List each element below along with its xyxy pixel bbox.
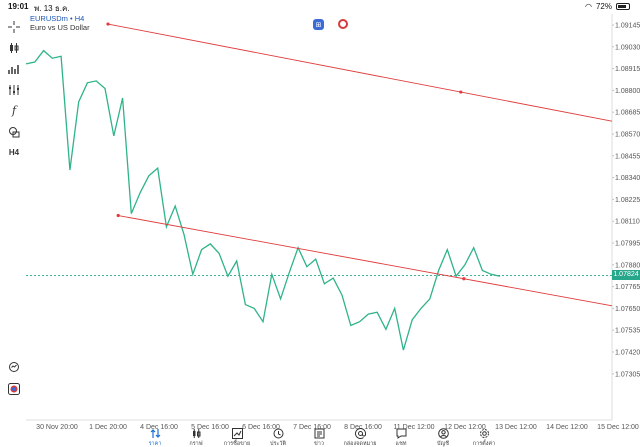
- y-tick-label: 1.07420: [615, 350, 640, 357]
- y-tick-label: 1.07535: [615, 328, 640, 335]
- trendline[interactable]: [107, 23, 613, 122]
- nav-label: แชท: [395, 441, 407, 447]
- trendline-handle[interactable]: [462, 277, 466, 281]
- y-tick-label: 1.08570: [615, 132, 640, 139]
- account-icon: [423, 428, 463, 439]
- current-price-badge: 1.07824: [612, 270, 640, 281]
- candlestick-icon[interactable]: [4, 37, 24, 58]
- y-tick-label: 1.09145: [615, 23, 640, 30]
- nav-label: กล่องจดหมาย: [343, 441, 377, 447]
- y-tick-label: 1.08340: [615, 175, 640, 182]
- y-tick-label: 1.08110: [615, 219, 640, 226]
- trendline-handle[interactable]: [106, 22, 110, 26]
- symbol-description: Euro vs US Dollar: [30, 23, 90, 32]
- symbol-name: EURUSDm • H4: [30, 14, 85, 23]
- trendline[interactable]: [118, 215, 613, 307]
- y-tick-label: 1.08685: [615, 110, 640, 117]
- y-tick-label: 1.09030: [615, 44, 640, 51]
- chart-toggles: ⊞: [313, 19, 348, 30]
- nav-item-account[interactable]: บัญชี: [423, 428, 463, 447]
- price-series-line: [25, 49, 501, 351]
- x-tick-label: 30 Nov 20:00: [36, 424, 78, 431]
- indicator-settings-icon[interactable]: [4, 79, 24, 100]
- symbol-label: EURUSDm • H4 Euro vs US Dollar: [30, 14, 90, 32]
- trendline-handle[interactable]: [116, 213, 120, 218]
- mailbox-icon: [340, 428, 380, 439]
- trendline-handle[interactable]: [459, 90, 463, 94]
- bar-chart-icon[interactable]: [4, 58, 24, 79]
- y-tick-label: 1.08915: [615, 66, 640, 73]
- nav-label: บัญชี: [437, 441, 449, 447]
- y-tick-label: 1.08800: [615, 88, 640, 95]
- left-toolbar: f H4: [4, 16, 24, 395]
- nav-item-quotes[interactable]: ราคา: [135, 428, 175, 447]
- x-tick-label: 14 Dec 12:00: [546, 424, 588, 431]
- nav-label: การซื้อขาย: [223, 441, 251, 447]
- nav-item-news[interactable]: ข่าว: [299, 428, 339, 447]
- nav-item-history[interactable]: ประวัติ: [258, 428, 298, 447]
- timeframe-button[interactable]: H4: [4, 142, 24, 163]
- y-tick-label: 1.08225: [615, 197, 640, 204]
- chart-icon: [176, 428, 216, 439]
- nav-label: ราคา: [148, 441, 162, 447]
- nav-item-settings[interactable]: การตั้งค่า: [464, 428, 504, 447]
- history-icon: [258, 428, 298, 439]
- quotes-icon: [135, 428, 175, 439]
- nav-label: การตั้งค่า: [472, 441, 496, 447]
- crosshair-icon[interactable]: [4, 16, 24, 37]
- nav-item-trade[interactable]: การซื้อขาย: [217, 428, 257, 447]
- nav-label: ประวัติ: [269, 441, 287, 447]
- news-icon: [299, 428, 339, 439]
- function-icon[interactable]: f: [4, 100, 24, 121]
- bottom-navigation: ราคา กราฟ การซื้อขาย ประวัติ ข่าว กล่องจดหมาย…: [0, 428, 640, 447]
- y-tick-label: 1.07650: [615, 306, 640, 313]
- y-tick-label: 1.07305: [615, 371, 640, 378]
- x-tick-label: 1 Dec 20:00: [89, 424, 127, 431]
- settings-icon: [464, 428, 504, 439]
- x-tick-label: 15 Dec 12:00: [597, 424, 639, 431]
- nav-item-chat[interactable]: แชท: [381, 428, 421, 447]
- y-tick-label: 1.07880: [615, 262, 640, 269]
- nav-item-chart[interactable]: กราฟ: [176, 428, 216, 447]
- chat-icon: [381, 428, 421, 439]
- one-click-trading-icon[interactable]: ⊞: [313, 19, 324, 30]
- signal-icon[interactable]: [338, 19, 348, 29]
- nav-label: กราฟ: [189, 441, 203, 447]
- search-chart-icon[interactable]: [4, 356, 24, 377]
- price-chart[interactable]: 1.09145 1.09030 1.08915 1.08800 1.08685 1.085…: [0, 0, 640, 447]
- y-tick-label: 1.08455: [615, 153, 640, 160]
- trade-icon: [217, 428, 257, 439]
- app-logo-icon[interactable]: [4, 378, 24, 399]
- objects-icon[interactable]: [4, 121, 24, 142]
- nav-label: ข่าว: [314, 441, 324, 447]
- y-tick-label: 1.07995: [615, 241, 640, 248]
- y-tick-label: 1.07765: [615, 284, 640, 291]
- nav-item-mailbox[interactable]: กล่องจดหมาย: [340, 428, 380, 447]
